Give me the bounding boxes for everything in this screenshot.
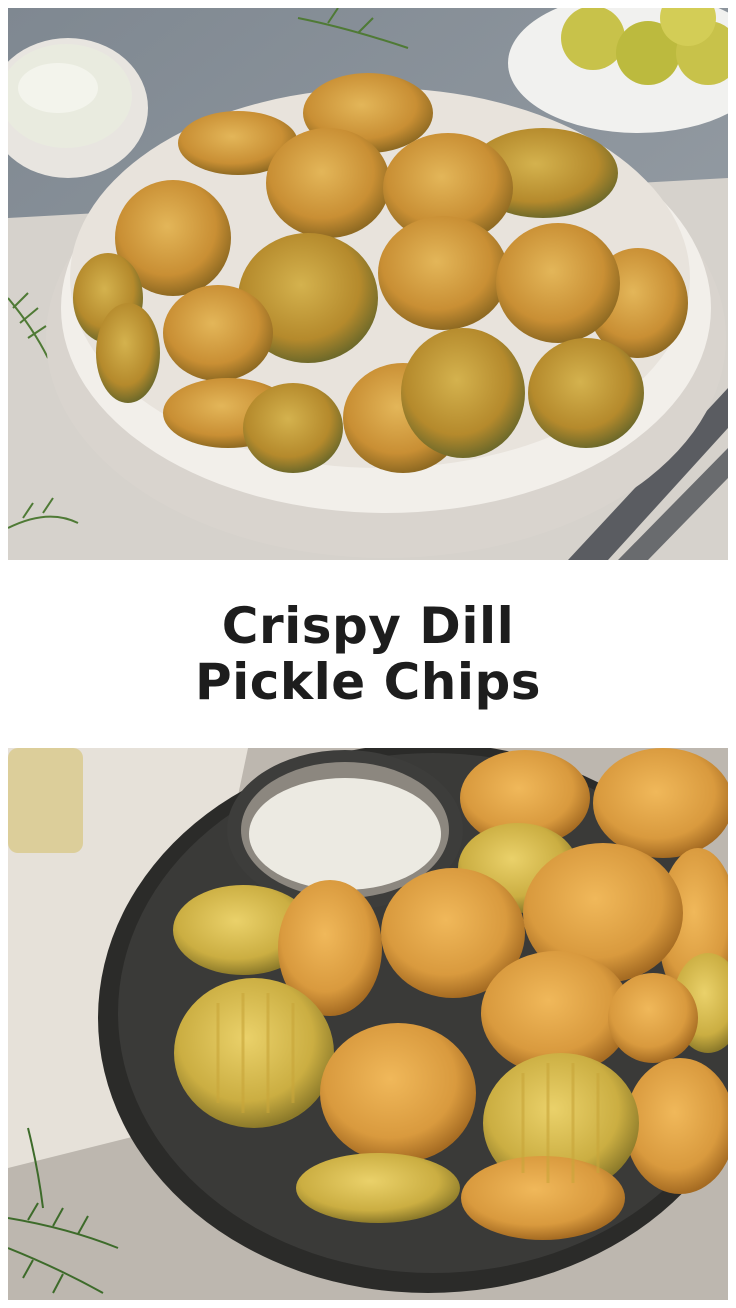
bottom-photo-illustration — [8, 748, 728, 1300]
top-photo-illustration — [8, 8, 728, 560]
top-food-photo — [8, 8, 728, 560]
title-line-2: Pickle Chips — [194, 653, 542, 711]
recipe-title: Crispy Dill Pickle Chips — [0, 560, 736, 748]
bottom-food-photo — [8, 748, 728, 1300]
glass — [8, 748, 83, 853]
title-line-1: Crispy Dill — [221, 597, 515, 655]
